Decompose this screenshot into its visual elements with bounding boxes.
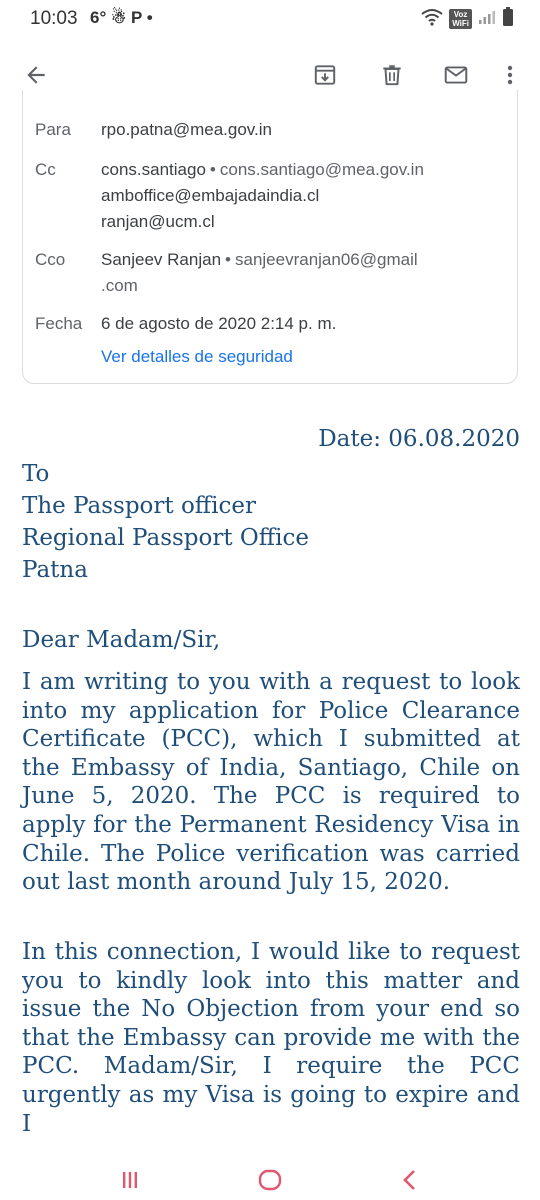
- letter-paragraph-2: In this connection, I would like to requ…: [22, 939, 520, 1137]
- para-value: rpo.patna@mea.gov.in: [101, 120, 272, 139]
- battery-icon: [502, 6, 514, 32]
- security-details-link[interactable]: Ver detalles de seguridad: [101, 347, 293, 367]
- status-bar: 10:03 6° ☃ P • Voz WiFi: [0, 0, 540, 40]
- recents-button[interactable]: [110, 1164, 150, 1196]
- delete-button[interactable]: [372, 55, 412, 95]
- status-notification-icons: 6° ☃ P •: [90, 8, 153, 27]
- mail-icon: [444, 66, 468, 84]
- cco-name: Sanjeev Ranjan: [101, 250, 222, 269]
- recipient-line-2: Regional Passport Office: [22, 525, 309, 551]
- letter-greeting: Dear Madam/Sir,: [22, 627, 221, 653]
- cc-email: cons.santiago@mea.gov.in: [219, 160, 424, 179]
- recents-icon: [123, 1172, 137, 1188]
- letter-date: Date: 06.08.2020: [318, 426, 520, 452]
- cco-label: Cco: [35, 250, 66, 269]
- cc-email-2: amboffice@embajadaindia.cl: [101, 186, 320, 205]
- letter-paragraph-1: I am writing to you with a request to lo…: [22, 669, 520, 896]
- archive-icon: [314, 65, 336, 85]
- letter-to: To: [22, 461, 50, 487]
- voz-wifi-icon: Voz WiFi: [449, 9, 472, 29]
- fecha-label: Fecha: [35, 314, 83, 333]
- more-options-button[interactable]: [490, 55, 530, 95]
- cc-value: cons.santiago • cons.santiago@mea.gov.in a…: [101, 157, 501, 235]
- recipient-line-3: Patna: [22, 557, 88, 583]
- para-label: Para: [35, 120, 71, 139]
- cco-email-cont: .com: [101, 276, 138, 295]
- status-time: 10:03: [30, 8, 78, 29]
- home-button[interactable]: [250, 1164, 290, 1196]
- mark-unread-button[interactable]: [436, 55, 476, 95]
- recipient-line-1: The Passport officer: [22, 493, 256, 519]
- cc-email-3: ranjan@ucm.cl: [101, 212, 215, 231]
- nav-back-button[interactable]: [390, 1164, 430, 1196]
- letter-address: To The Passport officer Regional Passpor…: [22, 458, 520, 586]
- nav-back-icon: [403, 1170, 415, 1190]
- message-details-card: Para rpo.patna@mea.gov.in Cc cons.santia…: [22, 90, 518, 384]
- arrow-back-icon: [27, 66, 45, 84]
- cco-email: sanjeevranjan06@gmail: [234, 250, 418, 269]
- signal-icon: [478, 9, 496, 30]
- archive-button[interactable]: [305, 55, 345, 95]
- more-vert-icon: [507, 65, 513, 85]
- home-icon: [258, 1169, 282, 1191]
- fecha-value: 6 de agosto de 2020 2:14 p. m.: [101, 314, 337, 333]
- wifi-icon: [421, 8, 443, 31]
- system-nav-bar: [0, 1160, 540, 1200]
- cc-name: cons.santiago: [101, 160, 206, 179]
- trash-icon: [383, 65, 401, 86]
- cco-value: Sanjeev Ranjan • sanjeevranjan06@gmail .co…: [101, 247, 501, 299]
- status-right-icons: Voz WiFi: [421, 6, 514, 32]
- back-button[interactable]: [16, 55, 56, 95]
- cc-label: Cc: [35, 160, 56, 179]
